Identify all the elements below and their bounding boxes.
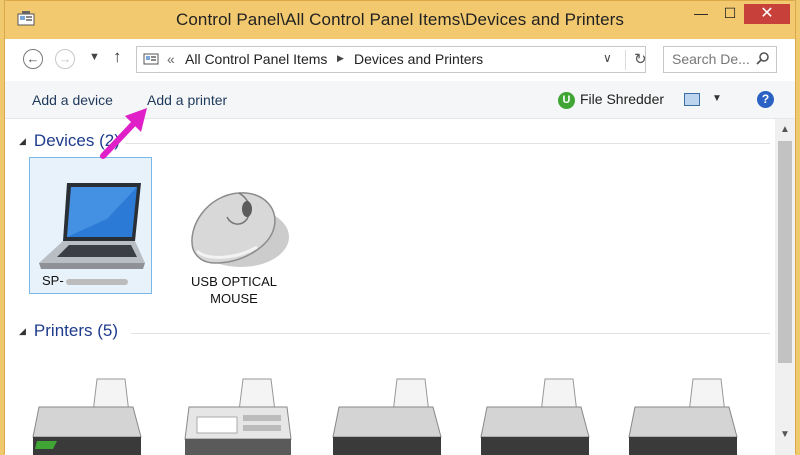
- device-list: ◢ Devices (2) SP- USB OPTICAL MOUSE ◢ Prin…: [5, 119, 775, 455]
- file-shredder-button[interactable]: U File Shredder: [558, 91, 664, 109]
- scroll-down-icon[interactable]: ▼: [780, 429, 790, 440]
- device-label-laptop: SP-: [42, 273, 128, 288]
- add-printer-button[interactable]: Add a printer: [147, 92, 227, 108]
- search-input[interactable]: Search De...: [663, 46, 777, 73]
- minimize-button[interactable]: —: [688, 4, 714, 24]
- back-button[interactable]: ←: [23, 49, 43, 69]
- up-button[interactable]: ↑: [113, 47, 122, 67]
- printer-icon[interactable]: [31, 377, 145, 455]
- laptop-icon: [39, 183, 145, 269]
- refresh-button[interactable]: ↻: [625, 50, 647, 70]
- forward-button[interactable]: →: [55, 49, 75, 69]
- redacted-text-blur: [65, 278, 128, 285]
- laptop-name-text: SP-: [42, 273, 64, 288]
- fax-icon[interactable]: [183, 377, 293, 455]
- breadcrumb-all-control-panel-items[interactable]: All Control Panel Items: [185, 51, 327, 67]
- address-dropdown-icon[interactable]: ∨: [603, 51, 612, 65]
- title-bar: Control Panel\All Control Panel Items\De…: [5, 1, 795, 39]
- search-icon[interactable]: [756, 51, 770, 65]
- group-divider: [125, 143, 770, 144]
- device-label-mouse[interactable]: USB OPTICAL MOUSE: [183, 273, 285, 307]
- breadcrumb-devices-and-printers[interactable]: Devices and Printers: [354, 51, 483, 67]
- address-bar[interactable]: « All Control Panel Items ▶ Devices and …: [136, 46, 647, 73]
- group-divider: [131, 333, 770, 334]
- printer-icon[interactable]: [331, 377, 445, 455]
- explorer-window: Control Panel\All Control Panel Items\De…: [4, 0, 796, 455]
- window-title: Control Panel\All Control Panel Items\De…: [176, 10, 624, 29]
- printers-group-label: Printers (5): [33, 321, 118, 340]
- close-button[interactable]: ✕: [744, 4, 790, 24]
- control-panel-icon: [143, 53, 159, 65]
- printers-group-header[interactable]: ◢ Printers (5): [19, 321, 118, 341]
- overflow-chevron[interactable]: «: [167, 51, 175, 67]
- mouse-icon: [191, 192, 289, 267]
- scroll-thumb[interactable]: [778, 141, 792, 363]
- view-options-dropdown[interactable]: ▼: [712, 93, 722, 104]
- vertical-scrollbar[interactable]: ▲ ▼: [775, 119, 795, 455]
- printer-icon[interactable]: [627, 377, 741, 455]
- change-view-icon[interactable]: [684, 93, 700, 106]
- maximize-button[interactable]: ☐: [717, 4, 743, 24]
- search-placeholder: Search De...: [672, 51, 750, 67]
- scroll-up-icon[interactable]: ▲: [780, 124, 790, 135]
- file-shredder-icon: U: [558, 91, 575, 109]
- breadcrumb-separator-icon[interactable]: ▶: [337, 53, 344, 64]
- printer-icon[interactable]: [479, 377, 593, 455]
- recent-locations-dropdown[interactable]: ▼: [89, 51, 100, 63]
- help-button[interactable]: ?: [757, 91, 774, 108]
- file-shredder-label: File Shredder: [580, 91, 665, 107]
- annotation-arrow-icon: [100, 108, 147, 159]
- address-row: ← → ▼ ↑ « All Control Panel Items ▶ Devi…: [5, 39, 795, 81]
- collapse-triangle-icon[interactable]: ◢: [19, 136, 26, 146]
- collapse-triangle-icon[interactable]: ◢: [19, 326, 26, 336]
